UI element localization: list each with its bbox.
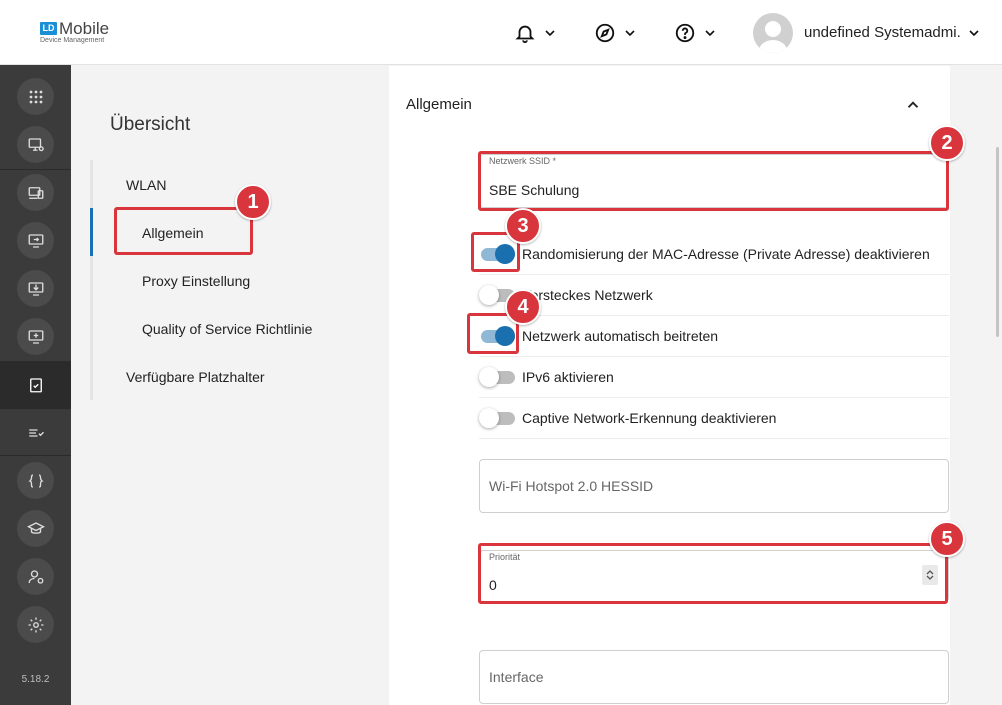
version-label: 5.18.2 bbox=[21, 674, 50, 685]
callout-highlight-5 bbox=[478, 543, 948, 604]
ipv6-toggle[interactable] bbox=[479, 367, 515, 387]
overview-title: Übersicht bbox=[110, 114, 191, 135]
toggle-row-auto-join: Netzwerk automatisch beitreten bbox=[479, 316, 949, 357]
nav-item-qos[interactable]: Quality of Service Richtlinie bbox=[142, 321, 312, 337]
help-button[interactable] bbox=[674, 18, 718, 48]
compass-button[interactable] bbox=[594, 18, 638, 48]
list-check-icon bbox=[28, 428, 44, 437]
sidebar-item-apps[interactable] bbox=[17, 78, 54, 115]
toggle-row-mac-randomization: Randomisierung der MAC-Adresse (Private … bbox=[479, 234, 949, 275]
captive-network-toggle[interactable] bbox=[479, 408, 515, 428]
sidebar-item-profiles[interactable] bbox=[17, 366, 54, 403]
sidebar-divider bbox=[0, 169, 71, 170]
toggle-row-captive-network: Captive Network-Erkennung deaktivieren bbox=[479, 398, 949, 439]
scrollbar[interactable] bbox=[996, 147, 999, 337]
gear-icon bbox=[28, 617, 43, 632]
sidebar-item-monitor-settings[interactable] bbox=[17, 126, 54, 163]
help-icon bbox=[675, 23, 695, 43]
logo-badge: LD bbox=[40, 22, 57, 35]
devices-icon bbox=[28, 186, 43, 199]
nav-track bbox=[90, 160, 93, 400]
bell-icon bbox=[515, 25, 535, 44]
callout-badge-2: 2 bbox=[929, 125, 965, 161]
sidebar-item-devices[interactable] bbox=[17, 174, 54, 211]
user-settings-icon bbox=[28, 569, 43, 584]
panel-title: Allgemein bbox=[406, 96, 472, 113]
sidebar-item-settings[interactable] bbox=[17, 606, 54, 643]
education-icon bbox=[26, 521, 45, 534]
chevron-down-icon bbox=[705, 30, 715, 37]
braces-icon bbox=[27, 473, 44, 488]
toggle-label: Randomisierung der MAC-Adresse (Private … bbox=[522, 246, 930, 262]
interface-field[interactable]: Interface bbox=[479, 650, 949, 704]
toggle-label: Netzwerk automatisch beitreten bbox=[522, 328, 719, 344]
sidebar-item-add-screen[interactable] bbox=[17, 318, 54, 355]
callout-badge-4: 4 bbox=[505, 289, 541, 325]
monitor-settings-icon bbox=[28, 137, 44, 151]
sidebar-item-scripts[interactable] bbox=[17, 462, 54, 499]
interface-placeholder: Interface bbox=[489, 669, 544, 685]
clipboard-check-icon bbox=[29, 377, 42, 392]
logo-name: Mobile bbox=[59, 19, 110, 38]
collapse-chevron-up-icon[interactable] bbox=[904, 96, 922, 114]
nav-item-proxy[interactable]: Proxy Einstellung bbox=[142, 273, 250, 289]
toggle-label: IPv6 aktivieren bbox=[522, 369, 614, 385]
sidebar: 5.18.2 bbox=[0, 65, 71, 705]
user-menu-chevron-icon[interactable] bbox=[966, 25, 982, 41]
compass-icon bbox=[595, 23, 615, 43]
nav-active-indicator bbox=[90, 208, 93, 256]
sidebar-divider bbox=[0, 455, 71, 456]
hessid-placeholder: Wi-Fi Hotspot 2.0 HESSID bbox=[489, 478, 654, 494]
sidebar-item-tasks[interactable] bbox=[17, 414, 54, 451]
sidebar-item-screen[interactable] bbox=[17, 222, 54, 259]
callout-badge-1: 1 bbox=[235, 184, 271, 220]
sidebar-item-user-settings[interactable] bbox=[17, 558, 54, 595]
top-header: LD Mobile Device Management undefined Sy… bbox=[0, 0, 1002, 65]
logo-subtitle: Device Management bbox=[40, 37, 105, 44]
callout-badge-3: 3 bbox=[505, 208, 541, 244]
nav-item-placeholders[interactable]: Verfügbare Platzhalter bbox=[126, 369, 265, 385]
toggle-row-ipv6: IPv6 aktivieren bbox=[479, 357, 949, 398]
sidebar-item-education[interactable] bbox=[17, 510, 54, 547]
callout-highlight-2 bbox=[478, 151, 949, 211]
notifications-button[interactable] bbox=[514, 18, 558, 48]
screen-arrow-icon bbox=[28, 233, 43, 248]
toggle-row-hidden-network: Versteckes Netzwerk bbox=[479, 275, 949, 316]
user-icon bbox=[759, 21, 787, 53]
sidebar-item-download[interactable] bbox=[17, 270, 54, 307]
chevron-down-icon bbox=[545, 30, 555, 37]
hessid-field[interactable]: Wi-Fi Hotspot 2.0 HESSID bbox=[479, 459, 949, 513]
chevron-down-icon bbox=[625, 30, 635, 37]
user-name[interactable]: undefined Systemadmi... bbox=[804, 24, 962, 41]
add-screen-icon bbox=[28, 329, 43, 344]
callout-highlight-1 bbox=[114, 207, 253, 255]
nav-item-wlan[interactable]: WLAN bbox=[126, 177, 166, 193]
toggle-label: Captive Network-Erkennung deaktivieren bbox=[522, 410, 777, 426]
toggle-label: Versteckes Netzwerk bbox=[522, 287, 653, 303]
avatar[interactable] bbox=[753, 13, 793, 53]
callout-badge-5: 5 bbox=[929, 521, 965, 557]
apps-grid-icon bbox=[29, 90, 42, 103]
download-icon bbox=[28, 281, 43, 296]
